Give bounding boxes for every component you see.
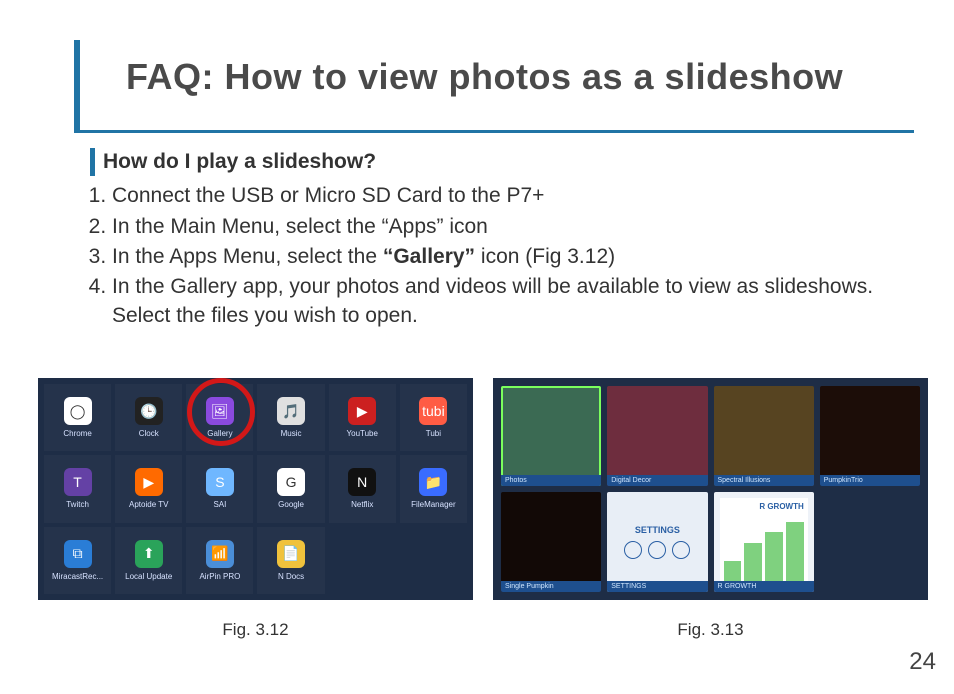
app-icon: 🎵 <box>277 397 305 425</box>
page-number: 24 <box>909 648 936 676</box>
steps-list: Connect the USB or Micro SD Card to the … <box>112 182 894 330</box>
app-tile-airpin-pro: 📶 AirPin PRO <box>186 527 253 594</box>
app-tile-clock: 🕒 Clock <box>115 384 182 451</box>
app-tile-netflix: N Netflix <box>329 455 396 522</box>
app-tile-music: 🎵 Music <box>257 384 324 451</box>
figure-3-12: ◯Chrome🕒Clock🖼Gallery🎵Music▶YouTubetubiT… <box>38 378 473 640</box>
gallery-thumb <box>714 386 814 486</box>
app-tile-filemanager: 📁 FileManager <box>400 455 467 522</box>
step-item: In the Apps Menu, select the “Gallery” i… <box>112 243 894 271</box>
app-icon: ⬆ <box>135 540 163 568</box>
app-tile-miracastrec-: ⧉ MiracastRec... <box>44 527 111 594</box>
app-label: Google <box>278 500 304 509</box>
app-label: Netflix <box>351 500 373 509</box>
app-tile-chrome: ◯ Chrome <box>44 384 111 451</box>
figure-3-12-caption: Fig. 3.12 <box>38 620 473 640</box>
gallery-thumb <box>501 492 601 592</box>
app-tile-youtube: ▶ YouTube <box>329 384 396 451</box>
app-icon: tubi <box>419 397 447 425</box>
app-tile-local-update: ⬆ Local Update <box>115 527 182 594</box>
body-text: How do I play a slideshow? Connect the U… <box>90 148 894 332</box>
app-label: FileManager <box>411 500 455 509</box>
app-label: Music <box>281 429 302 438</box>
app-tile-tubi: tubi Tubi <box>400 384 467 451</box>
app-icon: T <box>64 468 92 496</box>
page-title: FAQ: How to view photos as a slideshow <box>80 40 914 122</box>
app-icon: G <box>277 468 305 496</box>
figure-3-13: SETTINGSR GROWTH Fig. 3.13 <box>493 378 928 640</box>
step-item: In the Gallery app, your photos and vide… <box>112 273 894 330</box>
red-circle-highlight <box>187 378 255 446</box>
app-tile-sai: S SAI <box>186 455 253 522</box>
gallery-thumb <box>501 386 601 486</box>
gallery-thumb: SETTINGS <box>607 492 707 592</box>
app-label: Tubi <box>426 429 441 438</box>
title-block: FAQ: How to view photos as a slideshow <box>74 40 914 133</box>
figure-3-13-image: SETTINGSR GROWTH <box>493 378 928 600</box>
gallery-thumb: R GROWTH <box>714 492 814 592</box>
app-tile-google: G Google <box>257 455 324 522</box>
app-icon: 🕒 <box>135 397 163 425</box>
app-label: SAI <box>213 500 226 509</box>
app-tile-aptoide-tv: ▶ Aptoide TV <box>115 455 182 522</box>
gallery-thumb <box>607 386 707 486</box>
app-tile-twitch: T Twitch <box>44 455 111 522</box>
app-icon: S <box>206 468 234 496</box>
figure-3-12-image: ◯Chrome🕒Clock🖼Gallery🎵Music▶YouTubetubiT… <box>38 378 473 600</box>
gallery-thumb <box>820 386 920 486</box>
app-icon: ▶ <box>348 397 376 425</box>
app-icon: 📁 <box>419 468 447 496</box>
question-heading: How do I play a slideshow? <box>90 148 894 176</box>
app-label: AirPin PRO <box>199 572 240 581</box>
app-icon: ◯ <box>64 397 92 425</box>
app-icon: N <box>348 468 376 496</box>
app-label: MiracastRec... <box>52 572 103 581</box>
app-label: YouTube <box>347 429 378 438</box>
app-label: Clock <box>139 429 159 438</box>
app-label: Local Update <box>125 572 172 581</box>
step-item: Connect the USB or Micro SD Card to the … <box>112 182 894 210</box>
app-label: N Docs <box>278 572 304 581</box>
app-icon: ▶ <box>135 468 163 496</box>
app-label: Chrome <box>63 429 91 438</box>
app-icon: ⧉ <box>64 540 92 568</box>
figure-3-13-caption: Fig. 3.13 <box>493 620 928 640</box>
app-icon: 📄 <box>277 540 305 568</box>
step-item: In the Main Menu, select the “Apps” icon <box>112 213 894 241</box>
app-tile-n-docs: 📄 N Docs <box>257 527 324 594</box>
app-label: Aptoide TV <box>129 500 168 509</box>
app-label: Twitch <box>66 500 89 509</box>
app-icon: 📶 <box>206 540 234 568</box>
